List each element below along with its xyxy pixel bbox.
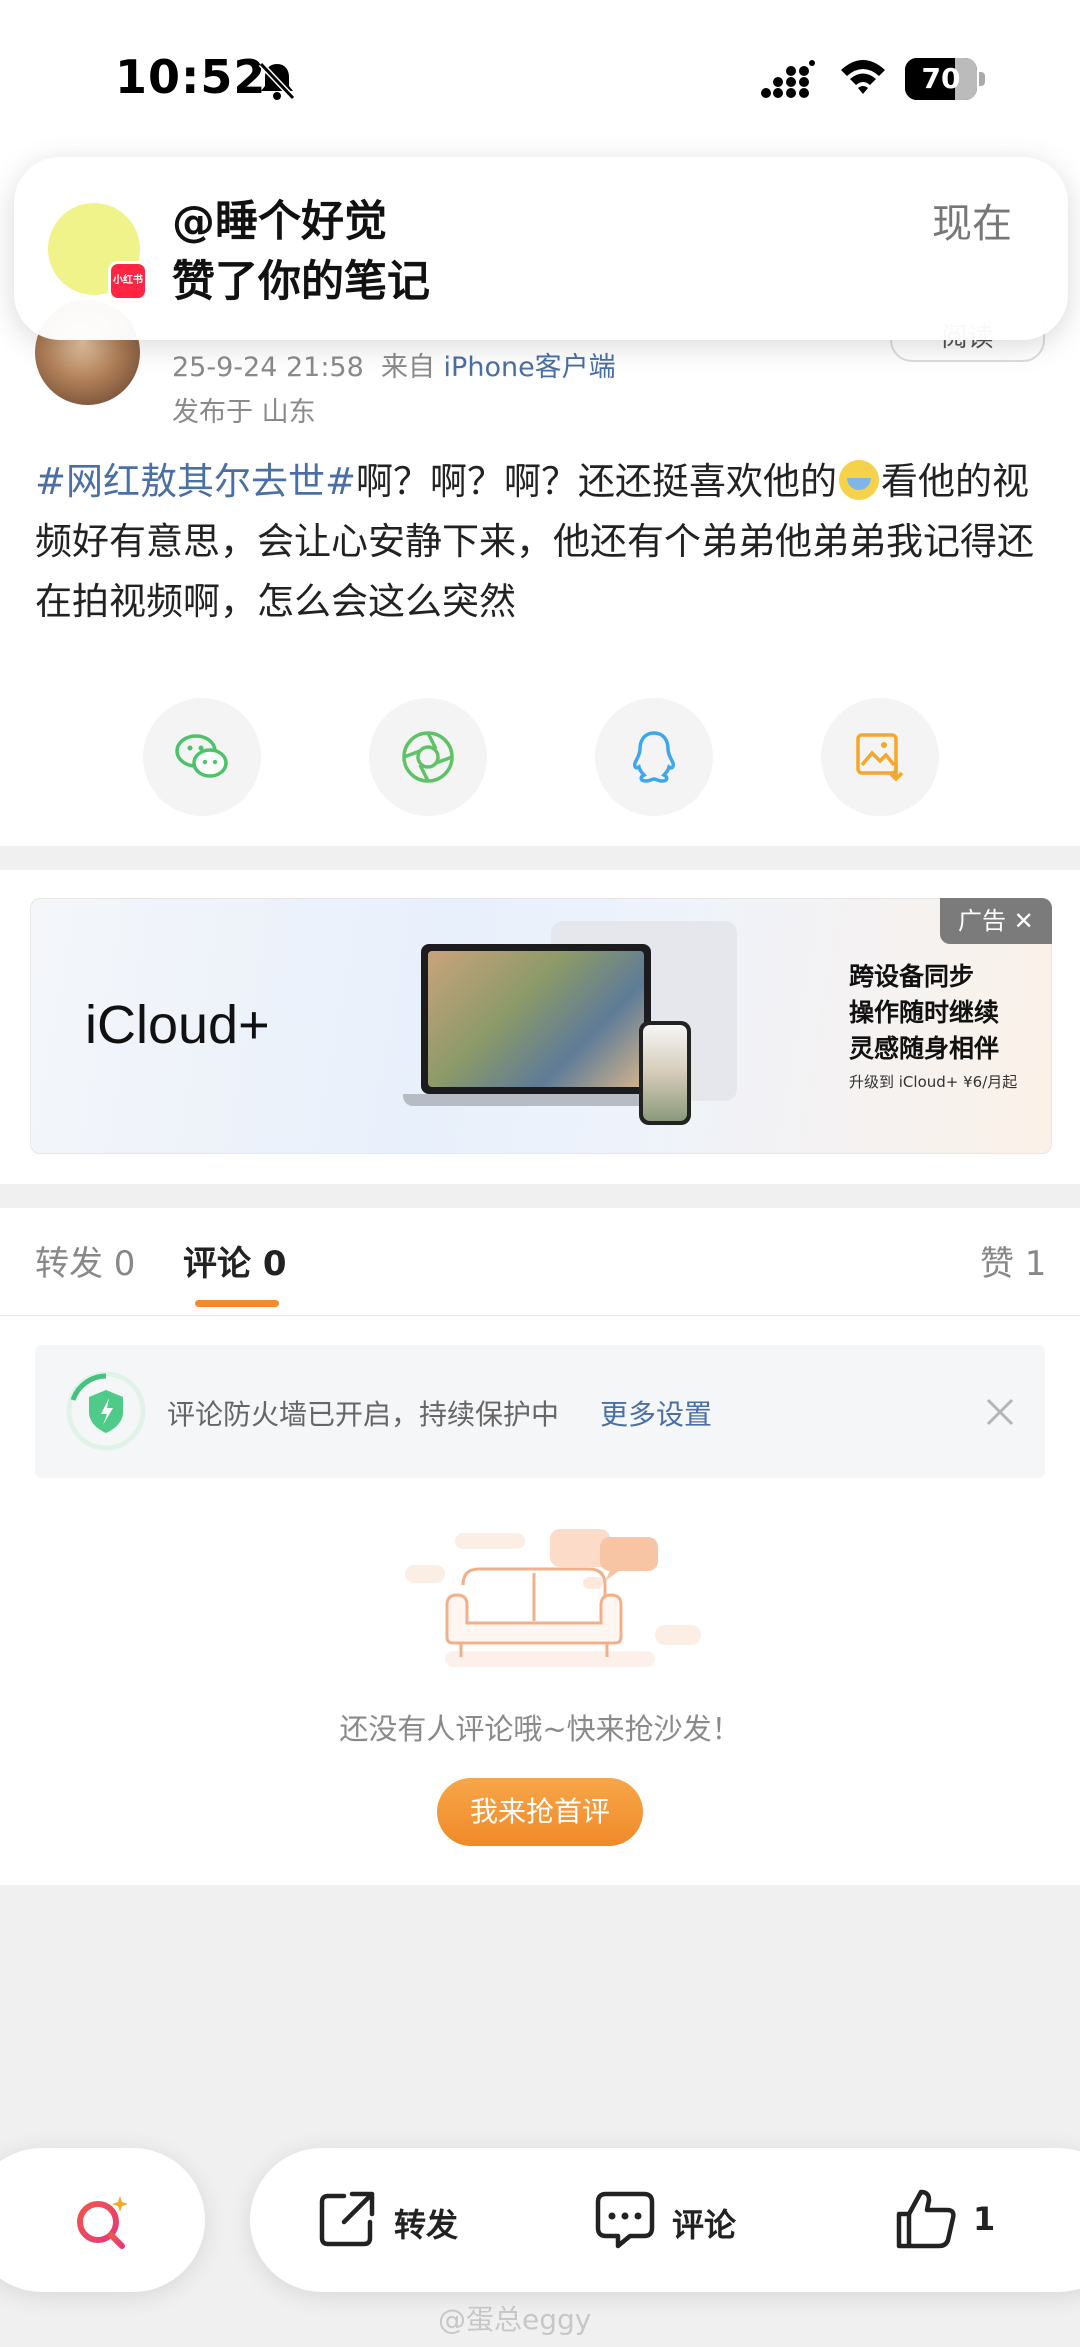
post-time: 25-9-24 21:58 [172,352,364,383]
post-from: 来自 [380,352,435,383]
tab-like[interactable]: 赞 1 [980,1236,1046,1285]
clock: 10:52 [115,50,267,104]
qq-icon [633,731,675,783]
ad-banner[interactable]: iCloud+ 跨设备同步 操作随时继续 灵感随身相伴 升级到 iCloud+ … [30,898,1052,1154]
firewall-text: 评论防火墙已开启，持续保护中 [167,1398,560,1431]
post-meta: 25-9-24 21:58 来自 iPhone客户端 [172,345,616,384]
ad-close-tag[interactable]: 广告 ✕ [940,898,1052,944]
comment-label: 评论 [672,2206,737,2244]
ad-line-2: 操作随时继续 [849,998,1000,1027]
post-text-part1: 啊？啊？啊？还还挺喜欢他的 [356,460,838,503]
more-settings-link[interactable]: 更多设置 [600,1393,712,1433]
topic-link[interactable]: #网红敖其尔去世# [35,460,356,503]
share-wechat-button[interactable] [143,698,261,816]
like-count: 1 [973,2200,996,2238]
battery-indicator: 70 [905,58,985,100]
ad-brand: iCloud+ [85,995,270,1055]
tab-repost[interactable]: 转发 0 [35,1236,135,1285]
post-body: #网红敖其尔去世#啊？啊？啊？还还挺喜欢他的 看他的视频好有意思，会让心安静下来，… [35,452,1045,632]
wechat-icon [175,734,228,778]
repost-label: 转发 [394,2206,459,2244]
status-bar: 10:52 70 [0,0,1080,150]
tab-comment-label: 评论 [183,1244,251,1284]
ad-line-3: 灵感随身相伴 [849,1034,1000,1063]
comment-bubble-icon [595,2191,655,2249]
active-tab-indicator [195,1300,279,1307]
empty-comments-text: 还没有人评论哦~快来抢沙发！ [339,1712,741,1746]
notification-title: @睡个好觉 [172,197,387,247]
ai-search-icon[interactable] [70,2192,134,2256]
ad-subtext: 升级到 iCloud+ ¥6/月起 [849,1073,1018,1091]
cellular-signal-icon [761,60,815,98]
section-divider [0,846,1080,870]
notification-time: 现在 [932,201,1012,247]
ad-phone-image [639,1021,691,1125]
ad-line-1: 跨设备同步 [849,962,975,991]
moments-icon [402,731,454,783]
thumbs-up-icon [896,2189,956,2249]
post-source[interactable]: iPhone客户端 [444,352,616,383]
comment-tabs: 转发 0 评论 0 赞 1 [0,1208,1080,1316]
sofa-illustration-icon [405,1529,701,1667]
battery-percent: 70 [921,62,961,95]
notification-banner[interactable]: 小红书 @睡个好觉 赞了你的笔记 现在 [14,157,1068,340]
tab-comment-count: 0 [262,1244,287,1284]
share-moments-button[interactable] [369,698,487,816]
section-divider [0,1184,1080,1208]
wifi-icon [841,60,885,94]
crying-face-emoji-icon [839,460,880,500]
save-image-icon [856,733,904,782]
post-location: 发布于 山东 [172,397,316,428]
bell-slash-icon [258,61,296,101]
first-comment-button[interactable]: 我来抢首评 [437,1778,643,1846]
notification-body: 赞了你的笔记 [172,257,430,307]
share-out-icon [319,2191,375,2247]
share-qq-button[interactable] [595,698,713,816]
save-image-button[interactable] [821,698,939,816]
close-icon[interactable] [985,1397,1015,1427]
comment-firewall-notice: 评论防火墙已开启，持续保护中 更多设置 [35,1345,1045,1478]
tab-comment[interactable]: 评论 0 [183,1236,287,1285]
app-badge-icon: 小红书 [108,261,148,301]
ad-laptop-image [403,944,669,1112]
shield-icon [66,1371,146,1451]
watermark: @蛋总eggy [438,2303,592,2336]
